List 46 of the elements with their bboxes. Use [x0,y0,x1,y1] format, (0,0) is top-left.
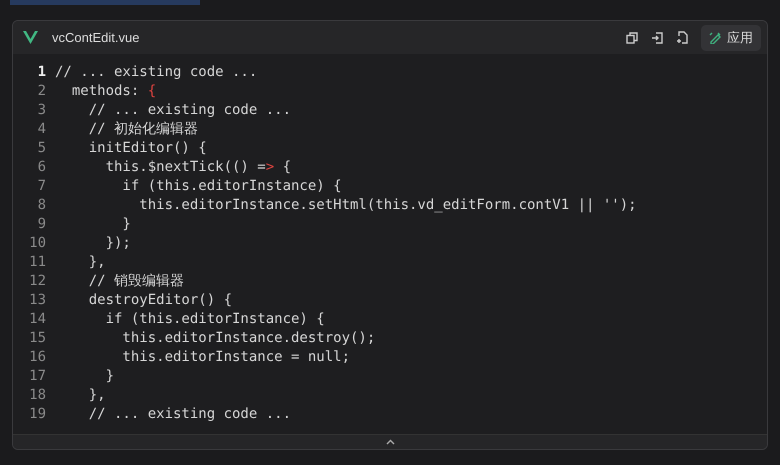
line-number: 17 [28,367,47,386]
code-line: initEditor() { [88,139,207,158]
code-line: // 初始化编辑器 [88,120,198,139]
line-number: 6 [36,158,47,177]
vue-logo-icon [23,31,38,44]
code-line: }); [104,234,131,253]
code-line: this.editorInstance.destroy(); [121,329,376,348]
line-number: 16 [28,348,47,367]
file-name: vcContEdit.vue [52,30,140,45]
insert-icon[interactable] [651,32,663,44]
code-line: // ... existing code ... [55,63,258,82]
code-line: this.editorInstance.setHtml(this.vd_editForm.contV1 || ''); [138,196,637,215]
apply-button[interactable]: 应用 [701,24,761,50]
code-line: }, [88,253,106,272]
code-line: // 销毁编辑器 [88,272,184,291]
code-line: } [104,367,114,386]
pen-icon [709,31,722,44]
line-number: 2 [36,82,47,101]
new-file-icon[interactable] [676,31,688,44]
code-line: } [121,215,131,234]
line-number: 3 [36,101,47,120]
line-number: 13 [28,291,47,310]
code-line: destroyEditor() { [88,291,232,310]
line-number: 19 [28,405,47,424]
line-number: 5 [36,139,47,158]
line-number: 4 [36,120,47,139]
code-line: // ... existing code ... [88,101,292,120]
line-number: 9 [36,215,47,234]
copy-icon[interactable] [626,32,638,44]
line-number: 10 [28,234,47,253]
code-line: this.editorInstance = null; [121,348,350,367]
code-line: if (this.editorInstance) { [121,177,342,196]
line-number: 7 [36,177,47,196]
code-line: }, [88,386,106,405]
line-number: 18 [28,386,47,405]
line-number: 15 [28,329,47,348]
code-line: // ... existing code ... [88,405,292,424]
chevron-up-icon [386,439,394,445]
line-number: 12 [28,272,47,291]
line-number: 14 [28,310,47,329]
code-line: if (this.editorInstance) { [104,310,325,329]
code-line: methods: { [70,82,156,101]
line-number: 11 [28,253,47,272]
line-number: 8 [36,196,47,215]
line-number: 1 [36,63,47,82]
code-line: this.$nextTick(() => { [104,158,292,177]
